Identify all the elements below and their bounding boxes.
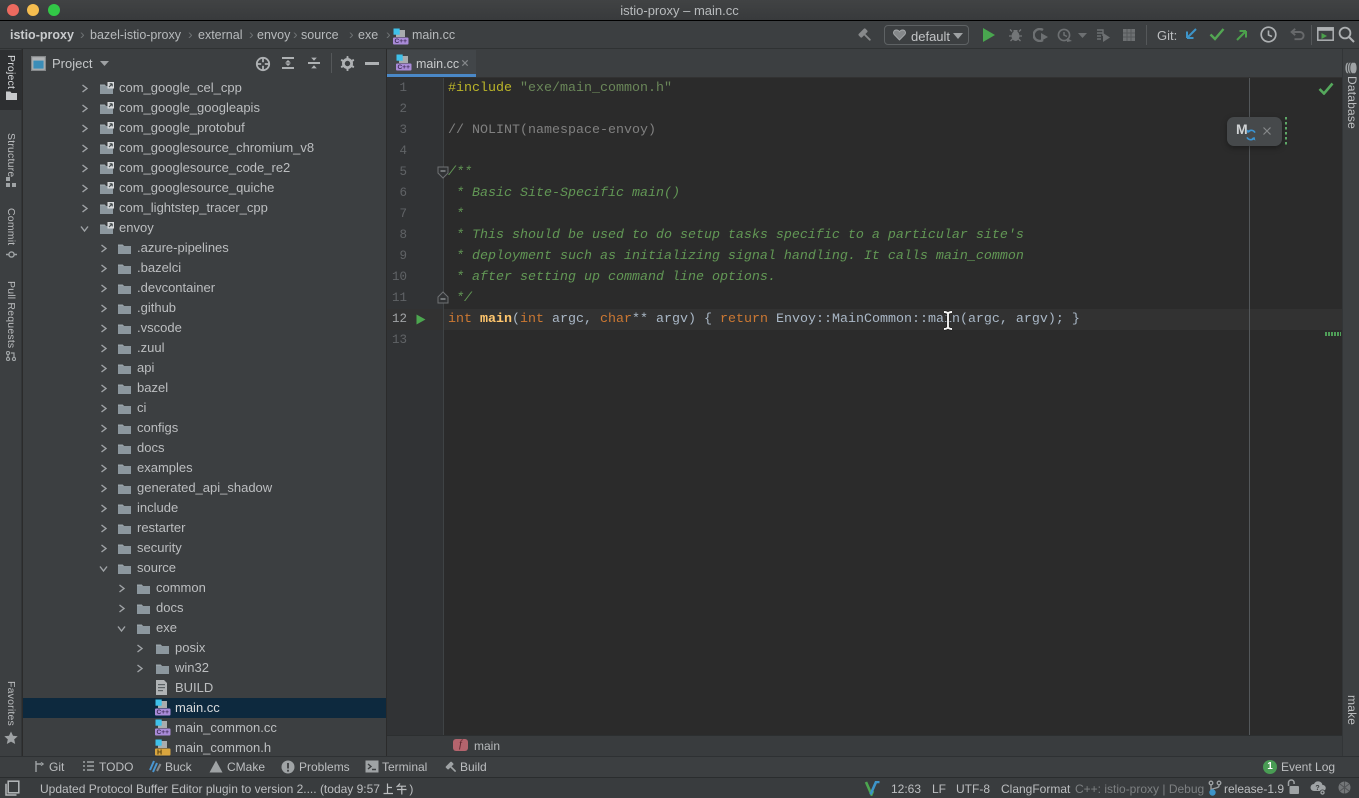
svg-text:H: H bbox=[157, 749, 162, 756]
svg-text:C++: C++ bbox=[156, 729, 169, 736]
svg-text:?: ? bbox=[1315, 785, 1319, 792]
svg-text:C++: C++ bbox=[397, 64, 410, 71]
svg-text:C++: C++ bbox=[156, 709, 169, 716]
svg-text:C++: C++ bbox=[394, 38, 407, 45]
